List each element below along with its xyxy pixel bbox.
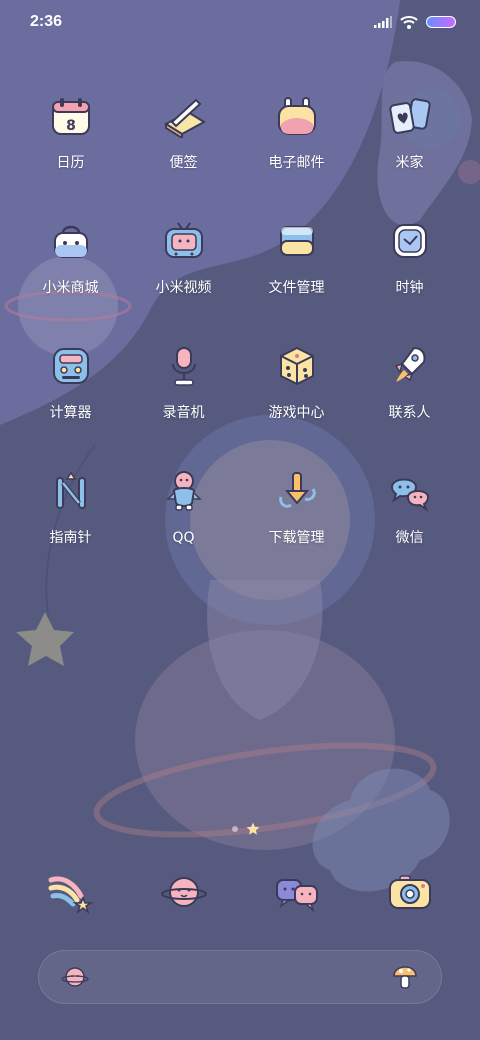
qq-icon (156, 463, 212, 519)
app-mi-home[interactable]: 米家 (353, 88, 466, 172)
calendar-date-badge: 8 (66, 118, 76, 134)
compass-icon (43, 463, 99, 519)
calculator-icon (43, 338, 99, 394)
mi-store-icon (43, 213, 99, 269)
game-center-icon (269, 338, 325, 394)
app-label: 联系人 (388, 405, 431, 421)
recorder-icon (156, 338, 212, 394)
calendar-icon: 8 (43, 88, 99, 144)
app-notes[interactable]: 便签 (127, 88, 240, 172)
contacts-icon (382, 338, 438, 394)
app-wechat[interactable]: 微信 (353, 463, 466, 547)
app-label: 微信 (395, 530, 424, 546)
app-label: 日历 (56, 155, 85, 171)
status-bar: 2:36 (0, 0, 480, 44)
downloads-icon (269, 463, 325, 519)
app-label: 时钟 (395, 280, 424, 296)
app-compass[interactable]: 指南针 (14, 463, 127, 547)
status-icons (374, 15, 456, 29)
rainbow-star-icon (41, 862, 101, 922)
battery-icon (426, 16, 456, 28)
app-downloads[interactable]: 下载管理 (240, 463, 353, 547)
wifi-icon (400, 15, 418, 29)
app-label: 游戏中心 (268, 405, 325, 421)
planet-mascot-icon (61, 967, 89, 987)
app-file-manager[interactable]: 文件管理 (240, 213, 353, 297)
dock (14, 862, 466, 922)
current-page-star-icon[interactable] (246, 822, 260, 836)
app-label: 下载管理 (268, 530, 325, 546)
app-label: 计算器 (49, 405, 92, 421)
dock-app-2[interactable] (127, 862, 240, 922)
app-label: 指南针 (49, 530, 92, 546)
chat-bubbles-icon (267, 862, 327, 922)
app-recorder[interactable]: 录音机 (127, 338, 240, 422)
wechat-icon (382, 463, 438, 519)
file-manager-icon (269, 213, 325, 269)
app-label: 便签 (169, 155, 198, 171)
app-label: 文件管理 (268, 280, 325, 296)
app-game-center[interactable]: 游戏中心 (240, 338, 353, 422)
app-contacts[interactable]: 联系人 (353, 338, 466, 422)
app-label: 小米商城 (42, 280, 99, 296)
app-grid: 8 日历 便签 电子邮件 米家 小米商城 小米视频 文件管理 时钟 计算器 录音… (14, 88, 466, 547)
dock-app-1[interactable] (14, 862, 127, 922)
page-dot[interactable] (232, 826, 238, 832)
email-icon (269, 88, 325, 144)
signal-icon (374, 16, 392, 28)
clock-icon (382, 213, 438, 269)
dock-app-4[interactable] (353, 862, 466, 922)
app-label: QQ (172, 530, 195, 546)
search-bar[interactable] (38, 950, 442, 1004)
page-indicator (232, 822, 260, 836)
app-calendar[interactable]: 8 日历 (14, 88, 127, 172)
mi-video-icon (156, 213, 212, 269)
planet-face-icon (154, 862, 214, 922)
mi-home-icon (382, 88, 438, 144)
app-calculator[interactable]: 计算器 (14, 338, 127, 422)
mushroom-icon[interactable] (391, 962, 419, 992)
app-label: 小米视频 (155, 280, 212, 296)
app-qq[interactable]: QQ (127, 463, 240, 547)
app-email[interactable]: 电子邮件 (240, 88, 353, 172)
app-label: 电子邮件 (268, 155, 325, 171)
app-label: 米家 (395, 155, 424, 171)
app-mi-store[interactable]: 小米商城 (14, 213, 127, 297)
camera-icon (380, 862, 440, 922)
status-time: 2:36 (30, 13, 63, 30)
app-mi-video[interactable]: 小米视频 (127, 213, 240, 297)
notes-icon (156, 88, 212, 144)
app-clock[interactable]: 时钟 (353, 213, 466, 297)
app-label: 录音机 (162, 405, 205, 421)
dock-app-3[interactable] (240, 862, 353, 922)
